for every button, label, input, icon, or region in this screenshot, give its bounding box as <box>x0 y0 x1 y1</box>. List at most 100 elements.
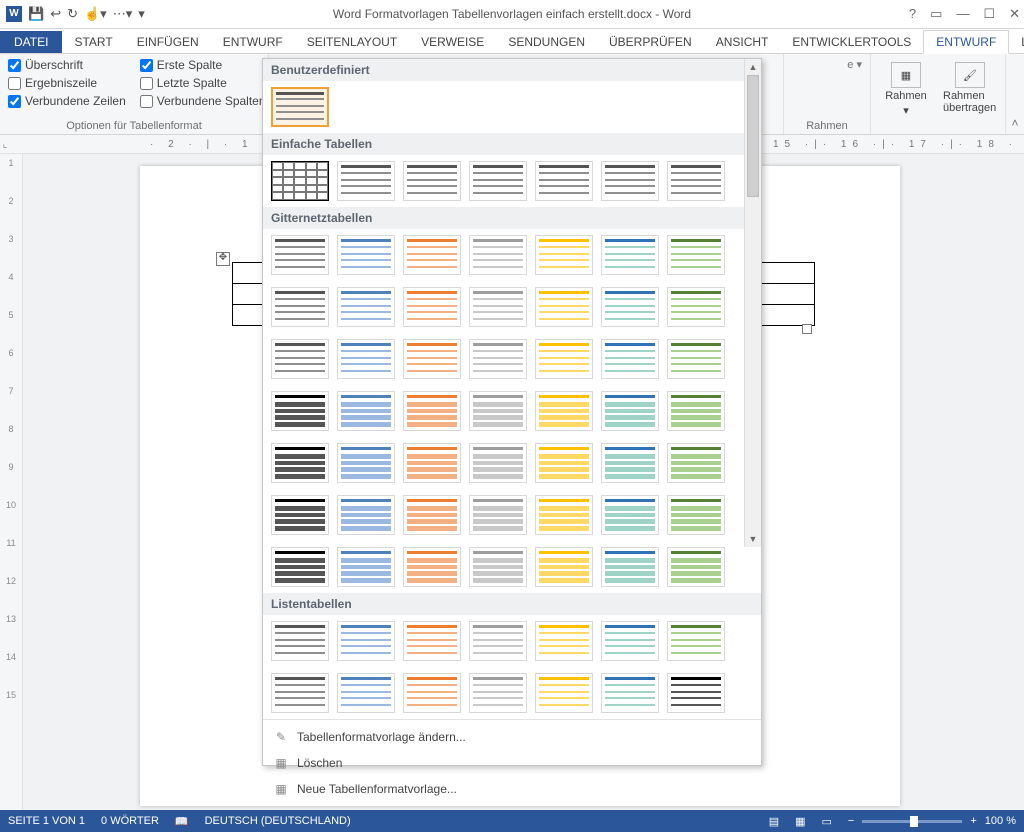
status-proofing-icon[interactable]: 📖 <box>175 815 189 828</box>
style-thumb[interactable] <box>535 235 593 275</box>
style-thumb[interactable] <box>403 547 461 587</box>
style-thumb[interactable] <box>469 339 527 379</box>
table-move-handle[interactable]: ✥ <box>216 252 230 266</box>
maximize-icon[interactable]: ☐ <box>983 6 995 22</box>
border-painter-button[interactable]: 🖌 Rahmen übertragen <box>943 62 997 114</box>
check-ueberschrift[interactable]: Überschrift <box>8 58 126 72</box>
style-thumb[interactable] <box>469 287 527 327</box>
style-thumb[interactable] <box>403 443 461 483</box>
check-verbundene-zeilen[interactable]: Verbundene Zeilen <box>8 94 126 108</box>
style-thumb[interactable] <box>271 287 329 327</box>
shading-dropdown-fragment[interactable]: e ▾ <box>792 58 862 71</box>
tab-seitenlayout[interactable]: SEITENLAYOUT <box>295 31 409 53</box>
style-thumb[interactable] <box>403 287 461 327</box>
tab-ansicht[interactable]: ANSICHT <box>704 31 781 53</box>
tab-table-entwurf[interactable]: ENTWURF <box>923 30 1009 54</box>
style-thumb[interactable] <box>667 547 725 587</box>
collapse-ribbon-icon[interactable]: ˄ <box>1006 54 1024 134</box>
help-icon[interactable]: ? <box>909 6 916 22</box>
style-thumb[interactable] <box>403 235 461 275</box>
style-thumb[interactable] <box>667 339 725 379</box>
tab-table-layout[interactable]: LAYOUT <box>1009 31 1024 53</box>
style-thumb[interactable] <box>601 673 659 713</box>
style-thumb[interactable] <box>469 161 527 201</box>
check-ergebniszeile[interactable]: Ergebniszeile <box>8 76 126 90</box>
style-thumb[interactable] <box>535 547 593 587</box>
table-resize-handle[interactable] <box>802 324 812 334</box>
style-thumb[interactable] <box>601 495 659 535</box>
menu-clear[interactable]: ▦Löschen <box>263 750 761 776</box>
style-thumb[interactable] <box>535 287 593 327</box>
style-thumb[interactable] <box>337 443 395 483</box>
borders-button[interactable]: ▦ Rahmen▾ <box>879 62 933 117</box>
style-thumb[interactable] <box>403 161 461 201</box>
menu-modify-style[interactable]: ✎Tabellenformatvorlage ändern... <box>263 724 761 750</box>
style-thumb[interactable] <box>403 673 461 713</box>
status-language[interactable]: DEUTSCH (DEUTSCHLAND) <box>205 815 351 827</box>
style-thumb[interactable] <box>271 443 329 483</box>
zoom-control[interactable]: − + 100 % <box>848 815 1016 827</box>
redo-icon[interactable]: ↻ <box>67 6 78 22</box>
style-thumb[interactable] <box>601 621 659 661</box>
style-thumb[interactable] <box>469 621 527 661</box>
style-thumb[interactable] <box>667 287 725 327</box>
zoom-slider[interactable] <box>862 820 962 823</box>
tab-entwurf[interactable]: ENTWURF <box>211 31 295 53</box>
close-icon[interactable]: ✕ <box>1009 6 1020 22</box>
check-verbundene-spalten[interactable]: Verbundene Spalten <box>140 94 266 108</box>
style-thumb[interactable] <box>535 339 593 379</box>
ribbon-display-icon[interactable]: ▭ <box>930 6 942 22</box>
style-thumb[interactable] <box>535 621 593 661</box>
style-thumb[interactable] <box>271 673 329 713</box>
style-thumb[interactable] <box>403 495 461 535</box>
style-thumb[interactable] <box>271 621 329 661</box>
style-thumb[interactable] <box>337 547 395 587</box>
style-thumb[interactable] <box>337 235 395 275</box>
menu-new-style[interactable]: ▦Neue Tabellenformatvorlage... <box>263 776 761 802</box>
style-thumb[interactable] <box>601 339 659 379</box>
style-thumb[interactable] <box>535 161 593 201</box>
style-thumb[interactable] <box>337 287 395 327</box>
style-thumb[interactable] <box>667 621 725 661</box>
zoom-out-icon[interactable]: − <box>848 815 854 827</box>
style-thumb[interactable] <box>601 235 659 275</box>
tab-start[interactable]: START <box>62 31 124 53</box>
check-erste-spalte[interactable]: Erste Spalte <box>140 58 266 72</box>
style-thumb[interactable] <box>337 339 395 379</box>
style-thumb[interactable] <box>667 443 725 483</box>
style-thumb[interactable] <box>469 391 527 431</box>
scroll-thumb[interactable] <box>747 75 759 197</box>
style-thumb[interactable] <box>469 443 527 483</box>
view-read-icon[interactable]: ▤ <box>769 815 779 828</box>
style-thumb[interactable] <box>469 547 527 587</box>
style-thumb[interactable] <box>535 443 593 483</box>
touch-mode-icon[interactable]: ☝▾ <box>84 6 107 22</box>
save-icon[interactable]: 💾 <box>28 6 44 22</box>
style-custom-1[interactable] <box>271 87 329 127</box>
tab-einfuegen[interactable]: EINFÜGEN <box>125 31 211 53</box>
style-thumb[interactable] <box>469 673 527 713</box>
minimize-icon[interactable]: — <box>956 6 969 22</box>
style-thumb[interactable] <box>535 673 593 713</box>
style-thumb[interactable] <box>667 235 725 275</box>
tab-ueberpruefen[interactable]: ÜBERPRÜFEN <box>597 31 704 53</box>
style-thumb[interactable] <box>337 673 395 713</box>
status-words[interactable]: 0 WÖRTER <box>101 815 159 827</box>
style-thumb[interactable] <box>337 495 395 535</box>
style-thumb[interactable] <box>271 495 329 535</box>
check-letzte-spalte[interactable]: Letzte Spalte <box>140 76 266 90</box>
style-thumb[interactable] <box>337 391 395 431</box>
style-thumb[interactable] <box>403 621 461 661</box>
style-thumb[interactable] <box>667 495 725 535</box>
tab-entwicklertools[interactable]: ENTWICKLERTOOLS <box>780 31 923 53</box>
scroll-down-icon[interactable]: ▼ <box>745 531 761 547</box>
style-thumb[interactable] <box>469 495 527 535</box>
view-print-icon[interactable]: ▦ <box>795 815 805 828</box>
style-thumb[interactable] <box>271 547 329 587</box>
style-thumb[interactable] <box>535 495 593 535</box>
zoom-in-icon[interactable]: + <box>970 815 976 827</box>
tab-verweise[interactable]: VERWEISE <box>409 31 496 53</box>
style-thumb[interactable] <box>403 339 461 379</box>
style-thumb[interactable] <box>667 391 725 431</box>
style-thumb[interactable] <box>601 287 659 327</box>
